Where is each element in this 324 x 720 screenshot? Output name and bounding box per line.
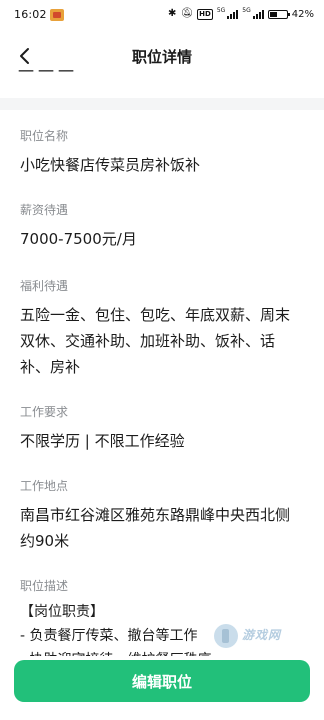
scrolled-off-text: 一一一 — [18, 66, 79, 76]
salary-label: 薪资待遇 — [20, 203, 69, 217]
status-time: 16:02 — [14, 8, 47, 21]
notification-app-icon — [50, 9, 64, 21]
job-detail-screen: 16:02 ✱ 🔕︎ HD 5G 5G 42% 职位详情 一一一 职位名称 小吃… — [0, 0, 324, 720]
work-location-value: 南昌市红谷滩区雅苑东路鼎峰中央西北侧 约90米 — [20, 502, 310, 554]
benefits-label: 福利待遇 — [20, 279, 69, 293]
section-divider — [0, 98, 324, 110]
salary-section: 薪资待遇 7000-7500元/月 — [20, 202, 310, 252]
page-title: 职位详情 — [131, 48, 192, 66]
watermark-logo: 游戏网 — [214, 620, 310, 660]
edit-job-button[interactable]: 编辑职位 — [14, 660, 310, 702]
hd-icon: HD — [197, 8, 213, 20]
benefits-line: 五险一金、包住、包吃、年底双薪、周末 — [20, 306, 291, 324]
benefits-section: 福利待遇 五险一金、包住、包吃、年底双薪、周末 双休、交通补助、加班补助、饭补、… — [20, 278, 310, 380]
salary-value: 7000-7500元/月 — [20, 230, 137, 248]
work-location-label: 工作地点 — [20, 479, 69, 493]
requirements-value: 不限学历 | 不限工作经验 — [20, 432, 185, 450]
job-name-value: 小吃快餐店传菜员房补饭补 — [20, 156, 201, 174]
battery-icon — [267, 9, 290, 19]
job-name-section: 职位名称 小吃快餐店传菜员房补饭补 — [20, 128, 310, 178]
address-line: 约90米 — [20, 532, 70, 550]
bluetooth-icon: ✱ — [168, 8, 177, 19]
mute-bell-icon: 🔕︎ — [180, 8, 194, 19]
battery-percent: 42% — [291, 8, 314, 20]
job-description-label: 职位描述 — [20, 579, 69, 593]
bottom-action-bar: 编辑职位 — [0, 656, 324, 720]
network-5g-label: 5G — [216, 6, 226, 14]
network-5g-label-2: 5G — [242, 6, 251, 14]
benefits-line: 双休、交通补助、加班补助、饭补、话 — [20, 332, 276, 350]
requirements-section: 工作要求 不限学历 | 不限工作经验 — [20, 404, 310, 454]
work-location-section: 工作地点 南昌市红谷滩区雅苑东路鼎峰中央西北侧 约90米 — [20, 478, 310, 554]
status-icons: ✱ 🔕︎ HD 5G 5G 42% — [168, 7, 314, 21]
requirements-label: 工作要求 — [20, 405, 69, 419]
benefits-value: 五险一金、包住、包吃、年底双薪、周末 双休、交通补助、加班补助、饭补、话 补、房… — [20, 302, 310, 380]
signal-icon — [227, 9, 239, 19]
address-line: 南昌市红谷滩区雅苑东路鼎峰中央西北侧 — [20, 506, 291, 524]
benefits-line: 补、房补 — [20, 358, 81, 376]
status-bar: 16:02 ✱ 🔕︎ HD 5G 5G 42% — [0, 0, 324, 30]
watermark-icon — [214, 624, 238, 648]
signal-icon-2 — [252, 9, 264, 19]
job-name-label: 职位名称 — [20, 129, 69, 143]
watermark-text: 游戏网 — [242, 628, 282, 642]
